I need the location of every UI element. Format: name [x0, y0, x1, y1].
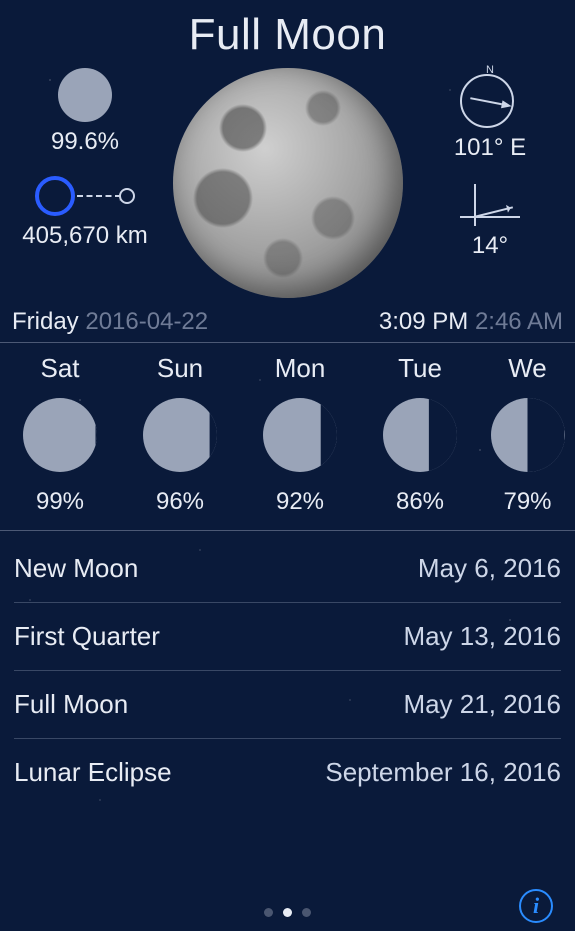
event-row[interactable]: First Quarter May 13, 2016: [14, 603, 561, 671]
forecast-day-label: Tue: [398, 353, 442, 384]
forecast-day[interactable]: We 79%: [480, 353, 575, 516]
forecast-day[interactable]: Sat 99%: [0, 353, 120, 516]
illumination-block[interactable]: 99.6%: [51, 68, 119, 156]
events-list: New Moon May 6, 2016 First Quarter May 13, …: [0, 531, 575, 806]
forecast-strip[interactable]: Sat 99% Sun 96% Mon 92% Tue 86% We 79%: [0, 343, 575, 530]
timebar-right: 3:09 PM 2:46 AM: [379, 308, 563, 336]
date-value: 2016-04-22: [85, 308, 208, 335]
forecast-day[interactable]: Mon 92%: [240, 353, 360, 516]
left-stats: 99.6% 405,670 km: [20, 68, 150, 270]
event-name: Full Moon: [14, 689, 128, 720]
distance-icon: [35, 176, 135, 216]
moon-image: [173, 68, 403, 298]
info-button[interactable]: i: [519, 889, 553, 923]
day-name: Friday: [12, 308, 79, 335]
forecast-day[interactable]: Tue 86%: [360, 353, 480, 516]
pager-dot[interactable]: [283, 908, 292, 917]
azimuth-value: 101° E: [454, 134, 526, 162]
altitude-value: 14°: [472, 232, 508, 260]
forecast-day[interactable]: Sun 96%: [120, 353, 240, 516]
forecast-day-label: Sat: [40, 353, 79, 384]
event-date: May 6, 2016: [418, 553, 561, 584]
forecast-day-percent: 79%: [503, 488, 551, 516]
forecast-phase-icon: [143, 398, 217, 472]
forecast-day-percent: 99%: [36, 488, 84, 516]
forecast-phase-icon: [383, 398, 457, 472]
event-date: May 13, 2016: [403, 621, 561, 652]
forecast-day-label: Mon: [275, 353, 326, 384]
altitude-block[interactable]: 14°: [460, 182, 520, 260]
page-indicator[interactable]: [0, 908, 575, 917]
pager-dot[interactable]: [302, 908, 311, 917]
pager-dot[interactable]: [264, 908, 273, 917]
event-date: September 16, 2016: [325, 757, 561, 788]
right-stats: N 101° E 14°: [425, 68, 555, 280]
azimuth-block[interactable]: N 101° E: [454, 68, 526, 162]
event-date: May 21, 2016: [403, 689, 561, 720]
hero-section: 99.6% 405,670 km N 101° E 1: [0, 60, 575, 298]
event-row[interactable]: Full Moon May 21, 2016: [14, 671, 561, 739]
time-bar[interactable]: Friday 2016-04-22 3:09 PM 2:46 AM: [0, 298, 575, 342]
event-name: New Moon: [14, 553, 138, 584]
altitude-icon: [460, 182, 520, 226]
moon-image-wrap[interactable]: [150, 68, 425, 298]
moonrise-time: 2:46 AM: [475, 308, 563, 335]
event-name: First Quarter: [14, 621, 160, 652]
forecast-phase-icon: [491, 398, 565, 472]
distance-value: 405,670 km: [22, 222, 147, 250]
timebar-left: Friday 2016-04-22: [12, 308, 208, 336]
forecast-day-percent: 92%: [276, 488, 324, 516]
event-row[interactable]: Lunar Eclipse September 16, 2016: [14, 739, 561, 806]
illumination-value: 99.6%: [51, 128, 119, 156]
phase-title: Full Moon: [0, 0, 575, 60]
current-time: 3:09 PM: [379, 308, 468, 335]
moon-phase-icon: [58, 68, 112, 122]
compass-icon: N: [460, 68, 520, 128]
distance-block[interactable]: 405,670 km: [22, 176, 147, 250]
forecast-day-label: Sun: [157, 353, 203, 384]
event-row[interactable]: New Moon May 6, 2016: [14, 535, 561, 603]
forecast-day-percent: 96%: [156, 488, 204, 516]
forecast-day-label: We: [508, 353, 547, 384]
forecast-day-percent: 86%: [396, 488, 444, 516]
forecast-phase-icon: [263, 398, 337, 472]
event-name: Lunar Eclipse: [14, 757, 172, 788]
forecast-phase-icon: [23, 398, 97, 472]
